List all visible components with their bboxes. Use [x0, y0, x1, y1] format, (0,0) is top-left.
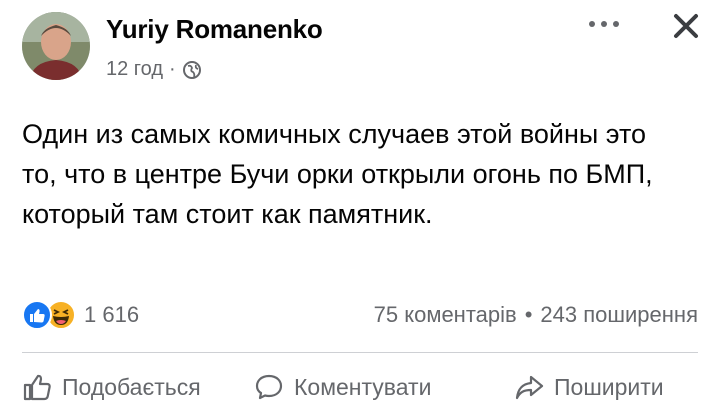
stats-separator: • [524, 302, 533, 327]
post-time[interactable]: 12 год [106, 58, 163, 81]
more-options-button[interactable] [584, 8, 624, 40]
author-name[interactable]: Yuriy Romanenko [106, 14, 323, 45]
more-icon [589, 21, 619, 27]
meta-separator: · [169, 58, 176, 80]
post-body-text: Один из самых комичных случаев этой войн… [22, 119, 653, 229]
post-header: Yuriy Romanenko 12 год · [0, 0, 720, 100]
like-label: Подобається [62, 373, 201, 400]
comments-count[interactable]: 75 коментарів [374, 302, 517, 328]
comment-label: Коментувати [294, 373, 432, 400]
engagement-counts: 75 коментарів • 243 поширення [374, 302, 698, 328]
close-button[interactable] [666, 6, 706, 46]
like-reaction-icon [22, 300, 52, 330]
share-icon [515, 375, 544, 400]
share-label: Поширити [554, 373, 664, 400]
shares-count[interactable]: 243 поширення [540, 302, 698, 328]
close-icon [674, 14, 698, 38]
reaction-count: 1 616 [84, 302, 140, 327]
share-button[interactable]: Поширити [514, 372, 664, 402]
like-button[interactable]: Подобається [22, 372, 201, 402]
post-stats: 1 616 75 коментарів • 243 поширення [0, 296, 720, 336]
action-bar: Подобається Коментувати Поширити [0, 364, 720, 416]
avatar[interactable] [22, 12, 90, 80]
reactions-summary[interactable]: 1 616 [22, 300, 139, 330]
divider [22, 352, 698, 353]
globe-icon [182, 60, 202, 80]
thumbs-up-icon [23, 374, 51, 401]
post-meta: 12 год · [106, 58, 202, 81]
comment-button[interactable]: Коментувати [254, 372, 431, 402]
comment-icon [255, 374, 283, 400]
